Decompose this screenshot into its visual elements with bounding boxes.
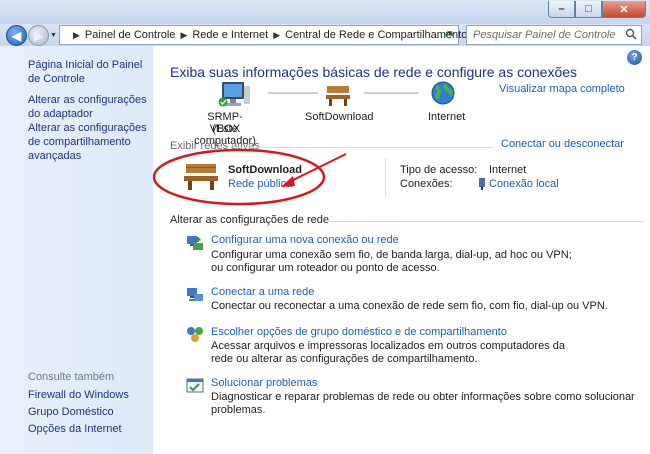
map-connector: [268, 92, 318, 94]
view-full-map-link[interactable]: Visualizar mapa completo: [499, 83, 625, 95]
main-content: ? Exiba suas informações básicas de rede…: [153, 46, 650, 454]
task-new-connection-desc: Configurar uma conexão sem fio, de banda…: [211, 249, 572, 274]
local-connection-link[interactable]: Conexão local: [489, 178, 559, 190]
breadcrumb-separator-icon: ▶: [73, 29, 80, 40]
help-icon[interactable]: ?: [627, 50, 642, 65]
back-button[interactable]: ◀: [6, 25, 27, 46]
access-type-label: Tipo de acesso:: [400, 164, 478, 176]
navigation-bar: ◀ ▶ ▼ ▶ Painel de Controle ▶ Rede e Inte…: [0, 24, 650, 46]
new-connection-icon: [187, 236, 203, 250]
see-also-heading: Consulte também: [28, 371, 115, 383]
forward-button[interactable]: ▶: [28, 25, 49, 46]
sidebar: Página Inicial do Painel de Controle Alt…: [0, 46, 153, 454]
sidebar-link-control-panel-home[interactable]: Página Inicial do Painel de Controle: [28, 58, 146, 86]
task-troubleshoot-desc: Diagnosticar e reparar problemas de rede…: [211, 391, 635, 416]
recent-pages-dropdown[interactable]: ▼: [50, 32, 57, 39]
page-title: Exiba suas informações básicas de rede e…: [170, 64, 578, 80]
search-icon[interactable]: [625, 28, 637, 40]
sidebar-link-internet-options[interactable]: Opções da Internet: [28, 422, 122, 436]
back-arrow-icon: ◀: [11, 28, 22, 43]
refresh-icon: ⟳: [444, 28, 456, 42]
bench-network-icon: [326, 86, 350, 106]
search-placeholder: Pesquisar Painel de Controle: [473, 29, 616, 41]
breadcrumb-rede-e-internet[interactable]: Rede e Internet: [192, 29, 268, 41]
access-type-value: Internet: [489, 164, 527, 176]
sidebar-link-homegroup[interactable]: Grupo Doméstico: [28, 405, 114, 419]
task-connect-network-link[interactable]: Conectar a uma rede: [211, 286, 314, 298]
task-connect-network-desc: Conectar ou reconectar a uma conexão de …: [211, 300, 608, 312]
network-center-window: – □ ✕ ◀ ▶ ▼ ▶ Painel de Controle ▶ Rede …: [0, 0, 650, 454]
sidebar-link-firewall[interactable]: Firewall do Windows: [28, 388, 129, 402]
maximize-button[interactable]: □: [575, 1, 602, 18]
network-adapter-icon: [479, 178, 485, 190]
homegroup-icon: [187, 327, 203, 342]
annotation-overlay: [153, 148, 347, 206]
change-settings-heading: Alterar as configurações de rede: [170, 214, 329, 226]
forward-arrow-icon: ▶: [33, 28, 44, 43]
troubleshoot-icon: [186, 378, 204, 393]
network-name: SoftDownload: [305, 111, 374, 123]
search-input[interactable]: Pesquisar Painel de Controle: [466, 25, 642, 45]
internet-globe-icon: [431, 81, 455, 105]
map-connector: [364, 92, 419, 94]
refresh-button[interactable]: ⟳: [440, 25, 460, 45]
breadcrumb-separator-icon: ▶: [180, 29, 188, 40]
internet-label: Internet: [428, 111, 466, 123]
close-button[interactable]: ✕: [602, 1, 646, 18]
breadcrumb-painel-de-controle[interactable]: Painel de Controle: [85, 29, 176, 41]
sidebar-link-adapter-settings[interactable]: Alterar as configurações do adaptador: [28, 93, 148, 121]
window-controls: – □ ✕: [548, 1, 646, 18]
vertical-divider: [385, 158, 386, 196]
sidebar-link-advanced-sharing[interactable]: Alterar as configurações de compartilham…: [28, 121, 150, 163]
task-homegroup-desc: Acessar arquivos e impressoras localizad…: [211, 340, 565, 365]
minimize-button[interactable]: –: [548, 1, 575, 18]
breadcrumb-separator-icon: ▶: [273, 29, 281, 40]
computer-icon: [218, 82, 250, 107]
title-bar: – □ ✕: [0, 0, 650, 24]
connect-disconnect-link[interactable]: Conectar ou desconectar: [501, 138, 624, 150]
task-homegroup-link[interactable]: Escolher opções de grupo doméstico e de …: [211, 326, 507, 338]
address-bar[interactable]: ▶ Painel de Controle ▶ Rede e Internet ▶…: [59, 25, 467, 45]
task-new-connection-link[interactable]: Configurar uma nova conexão ou rede: [211, 234, 399, 246]
connections-label: Conexões:: [400, 178, 453, 190]
connect-network-icon: [187, 288, 203, 301]
section-divider: [327, 221, 643, 222]
task-troubleshoot-link[interactable]: Solucionar problemas: [211, 377, 317, 389]
